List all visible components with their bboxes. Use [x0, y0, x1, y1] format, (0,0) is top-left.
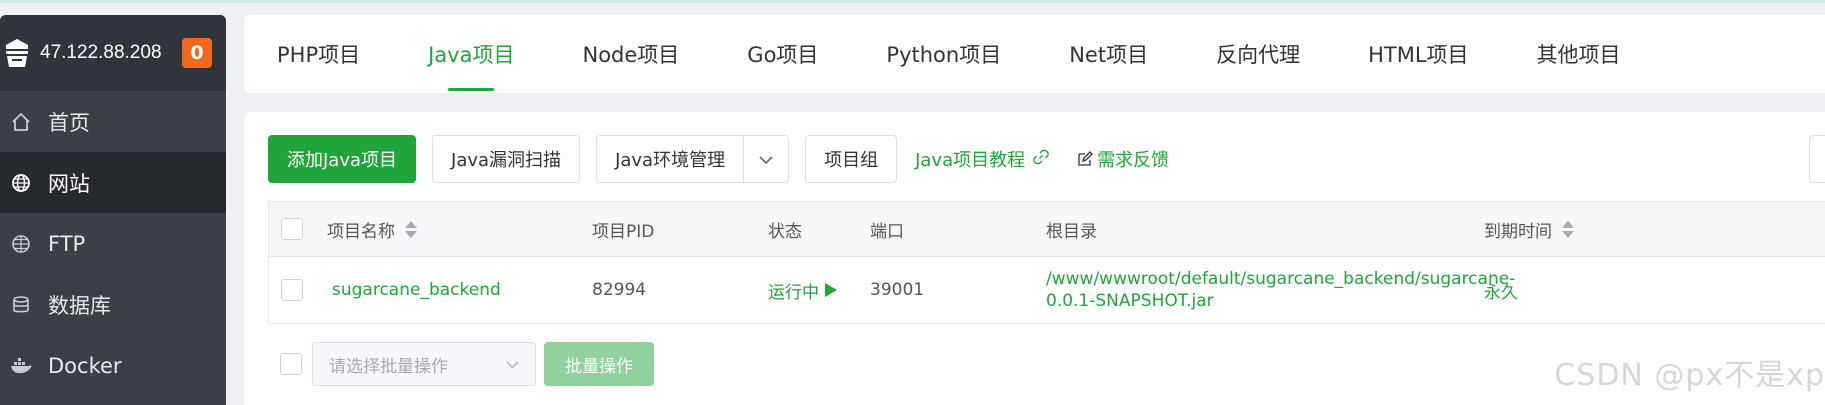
sidebar-item-label: FTP	[48, 231, 86, 256]
notice-badge[interactable]: 0	[182, 38, 212, 68]
feedback-label: 需求反馈	[1097, 150, 1170, 171]
chevron-down-icon	[506, 354, 519, 374]
row-checkbox[interactable]	[281, 279, 303, 301]
sidebar-header: 47.122.88.208 0	[0, 15, 226, 91]
col-expire-header[interactable]: 到期时间	[1484, 202, 1574, 256]
tab-php[interactable]: PHP项目	[244, 15, 394, 93]
sort-icon	[405, 220, 417, 238]
tab-net[interactable]: Net项目	[1035, 15, 1182, 93]
sidebar-item-label: 数据库	[48, 293, 111, 318]
sidebar-item-label: 首页	[48, 110, 90, 135]
server-ip: 47.122.88.208	[40, 42, 162, 63]
sidebar-item-label: 网站	[48, 171, 90, 196]
batch-select-placeholder: 请选择批量操作	[329, 356, 448, 377]
header-checkbox-cell	[281, 202, 303, 256]
col-expire-label: 到期时间	[1484, 221, 1552, 242]
ftp-globe-icon	[10, 233, 32, 255]
sidebar-item-ftp[interactable]: FTP	[0, 213, 226, 274]
project-pid: 82994	[592, 280, 647, 300]
col-root-header: 根目录	[1046, 221, 1097, 242]
toolbar: 添加Java项目 Java漏洞扫描 Java环境管理 项目组 Java项目教程 …	[268, 135, 1187, 183]
top-accent-line	[0, 0, 1825, 3]
root-path-line1: /www/wwwroot/default/sugarcane_backend/s…	[1046, 269, 1516, 289]
java-tutorial-link[interactable]: Java项目教程	[915, 146, 1049, 172]
java-vuln-scan-button[interactable]: Java漏洞扫描	[432, 135, 581, 183]
root-path-line2: 0.0.1-SNAPSHOT.jar	[1046, 291, 1214, 311]
java-env-manage-split-button: Java环境管理	[596, 135, 790, 183]
java-env-dropdown-button[interactable]	[743, 135, 790, 183]
tab-go[interactable]: Go项目	[713, 15, 852, 93]
tab-python[interactable]: Python项目	[852, 15, 1035, 93]
add-java-project-button[interactable]: 添加Java项目	[268, 135, 417, 183]
search-input-stub[interactable]	[1809, 135, 1825, 183]
col-port-header: 端口	[870, 221, 904, 242]
globe-icon	[10, 172, 32, 194]
batch-operation-button[interactable]: 批量操作	[544, 342, 654, 386]
status-label: 运行中	[768, 282, 819, 303]
play-icon	[825, 283, 837, 297]
project-type-tabs: PHP项目 Java项目 Node项目 Go项目 Python项目 Net项目 …	[244, 15, 1825, 93]
java-env-manage-button[interactable]: Java环境管理	[596, 135, 744, 183]
project-name-link[interactable]: sugarcane_backend	[332, 257, 501, 323]
sidebar-item-docker[interactable]: Docker	[0, 335, 226, 396]
col-name-header[interactable]: 项目名称	[327, 202, 417, 256]
table-header: 项目名称 项目PID 状态 端口 根目录 到期时间	[269, 201, 1825, 257]
link-icon	[1025, 149, 1049, 170]
project-port: 39001	[870, 280, 925, 300]
sidebar-item-database[interactable]: 数据库	[0, 274, 226, 335]
project-table: 项目名称 项目PID 状态 端口 根目录 到期时间 sugarcane_back…	[268, 201, 1825, 324]
tab-java[interactable]: Java项目	[394, 15, 548, 93]
sidebar: 47.122.88.208 0 首页 网站 FTP 数据库 Docker	[0, 15, 226, 405]
project-expire[interactable]: 永久	[1484, 257, 1518, 323]
project-status[interactable]: 运行中	[768, 257, 837, 323]
sidebar-item-label: Docker	[48, 353, 122, 378]
col-name-label: 项目名称	[327, 221, 395, 242]
watermark: CSDN @px不是xp	[1554, 358, 1825, 393]
col-status-header: 状态	[768, 221, 802, 242]
sidebar-item-website[interactable]: 网站	[0, 152, 226, 213]
tab-reverse-proxy[interactable]: 反向代理	[1182, 15, 1334, 93]
sidebar-item-home[interactable]: 首页	[0, 91, 226, 152]
batch-operation-select[interactable]: 请选择批量操作	[312, 342, 536, 386]
tab-node[interactable]: Node项目	[548, 15, 713, 93]
java-tutorial-label: Java项目教程	[915, 150, 1026, 171]
table-row: sugarcane_backend 82994 运行中 39001 /www/w…	[269, 257, 1825, 324]
sort-icon	[1562, 220, 1574, 238]
docker-icon	[10, 355, 32, 377]
edit-icon	[1069, 151, 1094, 167]
tab-other[interactable]: 其他项目	[1503, 15, 1655, 93]
feedback-link[interactable]: 需求反馈	[1069, 146, 1169, 172]
row-checkbox-cell	[281, 257, 303, 323]
server-logo-icon	[4, 36, 30, 70]
project-root-link[interactable]: /www/wwwroot/default/sugarcane_backend/s…	[1046, 257, 1515, 323]
batch-bar: 请选择批量操作 批量操作	[280, 342, 654, 386]
select-all-checkbox[interactable]	[281, 218, 303, 240]
tab-html[interactable]: HTML项目	[1334, 15, 1502, 93]
col-pid-header: 项目PID	[592, 221, 655, 242]
chevron-down-icon	[759, 150, 773, 169]
project-group-button[interactable]: 项目组	[805, 135, 898, 183]
batch-select-all-checkbox[interactable]	[280, 353, 302, 375]
home-icon	[10, 111, 32, 133]
database-icon	[10, 294, 32, 316]
